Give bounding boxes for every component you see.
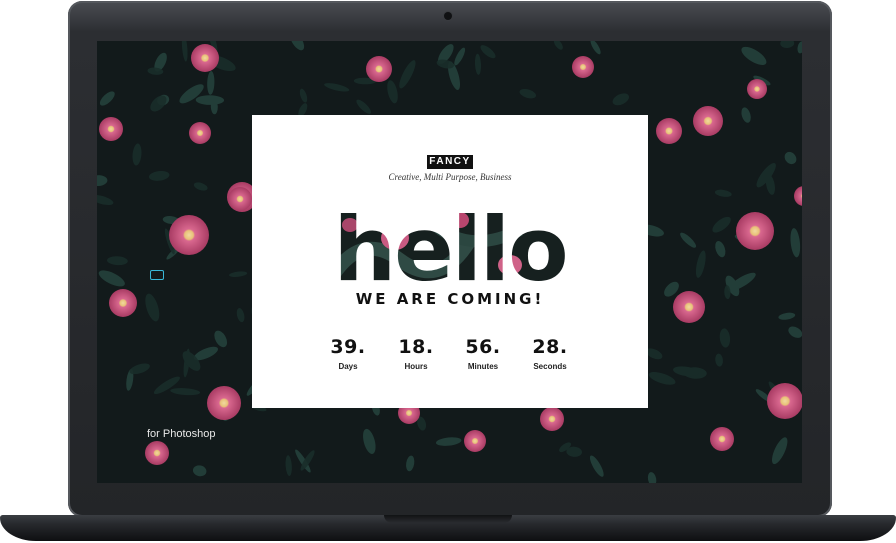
flower [189, 122, 211, 144]
flower [109, 289, 137, 317]
flower [710, 427, 734, 451]
countdown-label: Minutes [467, 362, 499, 371]
laptop-hinge-notch [384, 515, 512, 523]
countdown-value: 56. [465, 336, 501, 358]
hello-headline: hello [333, 200, 568, 290]
flower [747, 79, 767, 99]
countdown-hours: 18. Hours [381, 336, 451, 371]
brand-badge: FANCY [427, 155, 473, 169]
photoshop-caption: for Photoshop [147, 428, 216, 440]
webcam [444, 12, 452, 20]
flower [191, 44, 219, 72]
flower [540, 407, 564, 431]
flower [736, 212, 774, 250]
brand-tagline: Creative, Multi Purpose, Business [388, 172, 512, 182]
countdown-value: 18. [398, 336, 434, 358]
flower [228, 187, 252, 211]
flower [693, 106, 723, 136]
hello-text: hello [333, 200, 566, 290]
flower [464, 430, 486, 452]
countdown-seconds: 28. Seconds [515, 336, 585, 371]
flower [767, 383, 802, 419]
flower [145, 441, 169, 465]
coming-subheading: WE ARE COMING! [355, 290, 545, 308]
countdown-label: Seconds [533, 362, 567, 371]
countdown-minutes: 56. Minutes [448, 336, 518, 371]
countdown-value: 39. [330, 336, 366, 358]
flower [169, 215, 209, 255]
countdown-label: Days [338, 362, 358, 371]
flower [656, 118, 682, 144]
screen-icon [150, 270, 164, 280]
flower [366, 56, 392, 82]
countdown-days: 39. Days [313, 336, 383, 371]
flower [673, 291, 705, 323]
flower [572, 56, 594, 78]
countdown-value: 28. [532, 336, 568, 358]
flower [99, 117, 123, 141]
countdown-label: Hours [404, 362, 428, 371]
flower [207, 386, 241, 420]
